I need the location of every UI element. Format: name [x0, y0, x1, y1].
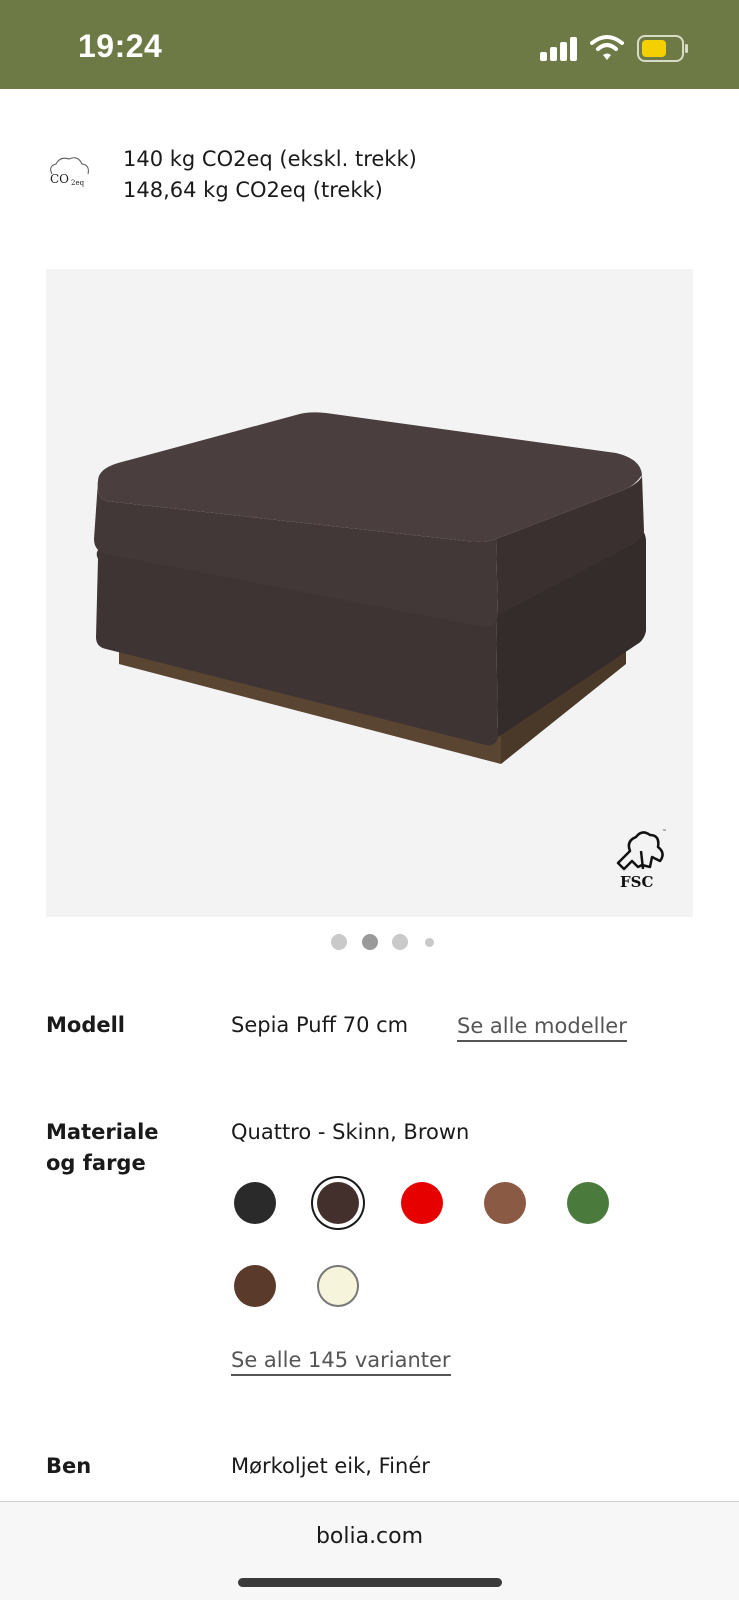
- home-indicator[interactable]: [238, 1578, 502, 1587]
- battery-icon: [637, 35, 688, 62]
- url-field[interactable]: bolia.com: [0, 1524, 739, 1549]
- see-all-models-link[interactable]: Se alle modeller: [457, 1012, 627, 1042]
- model-label: Modell: [46, 1013, 125, 1037]
- color-swatch-red[interactable]: [401, 1182, 443, 1224]
- co2-line-exclusive: 140 kg CO2eq (ekskl. trekk): [123, 147, 417, 171]
- co2-line-inclusive: 148,64 kg CO2eq (trekk): [123, 178, 383, 202]
- carousel-dot[interactable]: [425, 938, 434, 947]
- browser-address-bar: bolia.com: [0, 1501, 739, 1600]
- co2-icon-sub: 2eq: [71, 179, 85, 187]
- co2-info: CO 2eq 140 kg CO2eq (ekskl. trekk) 148,6…: [46, 144, 696, 214]
- carousel-dot[interactable]: [331, 934, 347, 950]
- fsc-label: FSC: [620, 873, 653, 891]
- material-label-line1: Materiale: [46, 1120, 159, 1144]
- carousel-dots: [0, 934, 739, 954]
- color-swatch-cognac[interactable]: [484, 1182, 526, 1224]
- color-swatch-dark-brown[interactable]: [234, 1265, 276, 1307]
- color-swatch-cream[interactable]: [317, 1265, 359, 1307]
- co2-cloud-icon: CO 2eq: [50, 157, 89, 187]
- material-label: Materiale og farge: [46, 1117, 159, 1179]
- see-all-variants-link[interactable]: Se alle 145 varianter: [231, 1346, 451, 1376]
- signal-icon: [540, 37, 578, 61]
- legs-label: Ben: [46, 1454, 92, 1478]
- carousel-dot[interactable]: [392, 934, 408, 950]
- legs-value: Mørkoljet eik, Finér: [231, 1454, 430, 1478]
- color-swatch-brown-selected[interactable]: [317, 1182, 359, 1224]
- material-value: Quattro - Skinn, Brown: [231, 1120, 470, 1144]
- status-time: 19:24: [78, 28, 163, 64]
- wifi-icon: [590, 35, 624, 60]
- svg-text:™: ™: [662, 829, 667, 835]
- color-swatch-black[interactable]: [234, 1182, 276, 1224]
- fsc-logo: ™ FSC: [616, 829, 667, 891]
- model-value: Sepia Puff 70 cm: [231, 1013, 409, 1037]
- product-gallery[interactable]: ™ FSC: [46, 269, 693, 917]
- co2-icon-label: CO: [50, 172, 69, 186]
- carousel-dot-active[interactable]: [362, 934, 378, 950]
- product-image: [94, 412, 646, 764]
- status-bar: 19:24: [0, 0, 739, 89]
- co2-values: 140 kg CO2eq (ekskl. trekk) 148,64 kg CO…: [123, 144, 417, 206]
- material-label-line2: og farge: [46, 1151, 146, 1175]
- color-swatch-green[interactable]: [567, 1182, 609, 1224]
